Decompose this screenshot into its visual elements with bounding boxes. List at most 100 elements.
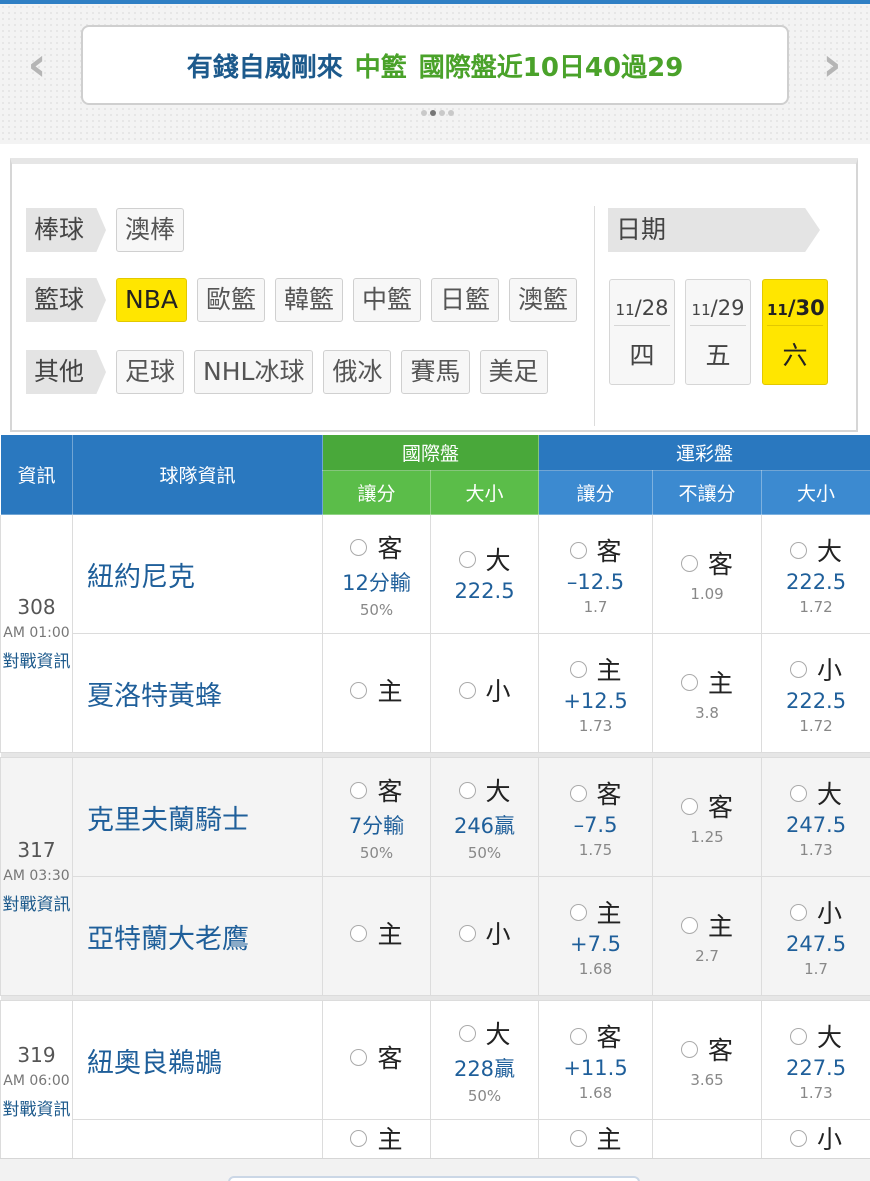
radio-icon[interactable]: [350, 1048, 368, 1066]
intl-spread-cell[interactable]: 主: [322, 876, 431, 996]
intl-spread-cell[interactable]: 客 12分輸 50%: [322, 514, 431, 634]
intl-total-cell[interactable]: [429, 1119, 540, 1163]
sport-spread-cell[interactable]: 主: [538, 1119, 654, 1163]
intl-spread-cell[interactable]: 主: [322, 1119, 431, 1163]
odds-cell[interactable]: 主 3.8: [653, 664, 761, 722]
odds-pick[interactable]: 主: [350, 1120, 403, 1156]
radio-icon[interactable]: [681, 916, 698, 934]
matchup-info-link[interactable]: 對戰資訊: [1, 1099, 72, 1121]
intl-spread-cell[interactable]: 客: [322, 1000, 431, 1120]
chevron-right-icon[interactable]: ›: [815, 41, 849, 90]
radio-icon[interactable]: [458, 924, 476, 942]
sport-total-cell[interactable]: 小 222.5 1.72: [761, 633, 870, 753]
intl-total-cell[interactable]: 小: [429, 633, 540, 753]
sport-ml-cell[interactable]: 主 2.7: [652, 876, 763, 996]
odds-pick[interactable]: 主: [681, 664, 733, 700]
sport-spread-cell[interactable]: 主 +7.5 1.68: [538, 876, 654, 996]
odds-pick[interactable]: 小: [790, 894, 842, 930]
odds-pick[interactable]: 大: [458, 541, 511, 577]
odds-cell[interactable]: 大 246贏 50%: [431, 772, 538, 862]
sport-ml-cell[interactable]: [652, 1119, 763, 1163]
radio-icon[interactable]: [458, 681, 476, 699]
team-name[interactable]: 紐約尼克: [72, 514, 323, 634]
radio-icon[interactable]: [458, 550, 476, 568]
odds-pick[interactable]: 主: [569, 1120, 622, 1156]
odds-cell[interactable]: [431, 1130, 538, 1153]
radio-icon[interactable]: [569, 541, 587, 559]
odds-cell[interactable]: [653, 1131, 761, 1152]
league-chip[interactable]: 賽馬: [401, 350, 470, 394]
odds-cell[interactable]: 小 247.5 1.7: [762, 894, 870, 978]
odds-cell[interactable]: 主 +12.5 1.73: [539, 651, 652, 735]
radio-icon[interactable]: [350, 1129, 368, 1147]
odds-pick[interactable]: 客: [350, 772, 403, 808]
sport-total-cell[interactable]: 小 247.5 1.7: [761, 876, 870, 996]
league-chip[interactable]: 日籃: [431, 278, 500, 322]
odds-pick[interactable]: 大: [790, 775, 842, 811]
odds-pick[interactable]: 小: [458, 915, 511, 951]
odds-cell[interactable]: 客 1.09: [653, 545, 761, 603]
sport-ml-cell[interactable]: 客 3.65: [652, 1000, 763, 1120]
odds-pick[interactable]: 大: [458, 1015, 511, 1051]
carousel-dot-active[interactable]: [430, 110, 436, 116]
sport-total-cell[interactable]: 大 247.5 1.73: [761, 757, 870, 877]
radio-icon[interactable]: [790, 903, 808, 921]
odds-pick[interactable]: 小: [790, 1120, 842, 1156]
odds-cell[interactable]: 客 +11.5 1.68: [539, 1018, 652, 1102]
league-chip-active[interactable]: NBA: [116, 278, 187, 322]
radio-icon[interactable]: [350, 538, 368, 556]
odds-cell[interactable]: 客 3.65: [653, 1031, 761, 1089]
odds-pick[interactable]: 大: [790, 1018, 842, 1054]
sport-ml-cell[interactable]: 主 3.8: [652, 633, 763, 753]
bottom-tab-handle[interactable]: [228, 1176, 640, 1181]
odds-cell[interactable]: 大 227.5 1.73: [762, 1018, 870, 1102]
odds-cell[interactable]: 小 222.5 1.72: [762, 651, 870, 735]
odds-pick[interactable]: 客: [681, 788, 733, 824]
odds-cell[interactable]: 大 222.5 1.72: [762, 532, 870, 616]
odds-pick[interactable]: 主: [681, 907, 733, 943]
league-chip[interactable]: 澳棒: [116, 208, 185, 252]
radio-icon[interactable]: [350, 681, 368, 699]
odds-cell[interactable]: 主: [539, 1120, 652, 1162]
chevron-left-icon[interactable]: ‹: [20, 41, 54, 90]
odds-pick[interactable]: 客: [681, 545, 733, 581]
intl-total-cell[interactable]: 大 228贏 50%: [429, 1000, 540, 1120]
odds-cell[interactable]: 大 247.5 1.73: [762, 775, 870, 859]
league-chip[interactable]: NHL冰球: [194, 350, 314, 394]
odds-pick[interactable]: 主: [569, 894, 622, 930]
odds-cell[interactable]: 客 12分輸 50%: [323, 529, 430, 619]
radio-icon[interactable]: [458, 781, 476, 799]
league-chip[interactable]: 美足: [479, 350, 548, 394]
odds-pick[interactable]: 主: [569, 651, 622, 687]
radio-icon[interactable]: [350, 781, 368, 799]
date-button[interactable]: 11/28 四: [609, 279, 675, 385]
radio-icon[interactable]: [569, 903, 587, 921]
team-name[interactable]: 亞特蘭大老鷹: [72, 876, 323, 996]
date-button-active[interactable]: 11/30 六: [762, 279, 828, 385]
odds-pick[interactable]: 客: [350, 529, 403, 565]
odds-cell[interactable]: 客 –7.5 1.75: [539, 775, 652, 859]
odds-cell[interactable]: 小: [431, 672, 538, 714]
odds-cell[interactable]: 客 –12.5 1.7: [539, 532, 652, 616]
odds-cell[interactable]: 客: [323, 1039, 430, 1081]
sport-spread-cell[interactable]: 主 +12.5 1.73: [538, 633, 654, 753]
carousel-dot[interactable]: [448, 110, 454, 116]
odds-pick[interactable]: 客: [569, 775, 622, 811]
odds-cell[interactable]: 主: [323, 672, 430, 714]
odds-pick[interactable]: 客: [569, 1018, 622, 1054]
radio-icon[interactable]: [569, 1129, 587, 1147]
odds-cell[interactable]: 大 222.5: [431, 541, 538, 607]
radio-icon[interactable]: [790, 541, 808, 559]
odds-cell[interactable]: 主: [323, 1120, 430, 1162]
intl-total-cell[interactable]: 大 222.5: [429, 514, 540, 634]
odds-pick[interactable]: 客: [350, 1039, 403, 1075]
sport-total-cell[interactable]: 大 222.5 1.72: [761, 514, 870, 634]
league-chip[interactable]: 足球: [116, 350, 185, 394]
radio-icon[interactable]: [790, 1129, 808, 1147]
sport-total-cell[interactable]: 小: [761, 1119, 870, 1163]
odds-pick[interactable]: 主: [350, 915, 403, 951]
radio-icon[interactable]: [790, 784, 808, 802]
date-button[interactable]: 11/29 五: [685, 279, 751, 385]
radio-icon[interactable]: [569, 1027, 587, 1045]
carousel-dot[interactable]: [421, 110, 427, 116]
